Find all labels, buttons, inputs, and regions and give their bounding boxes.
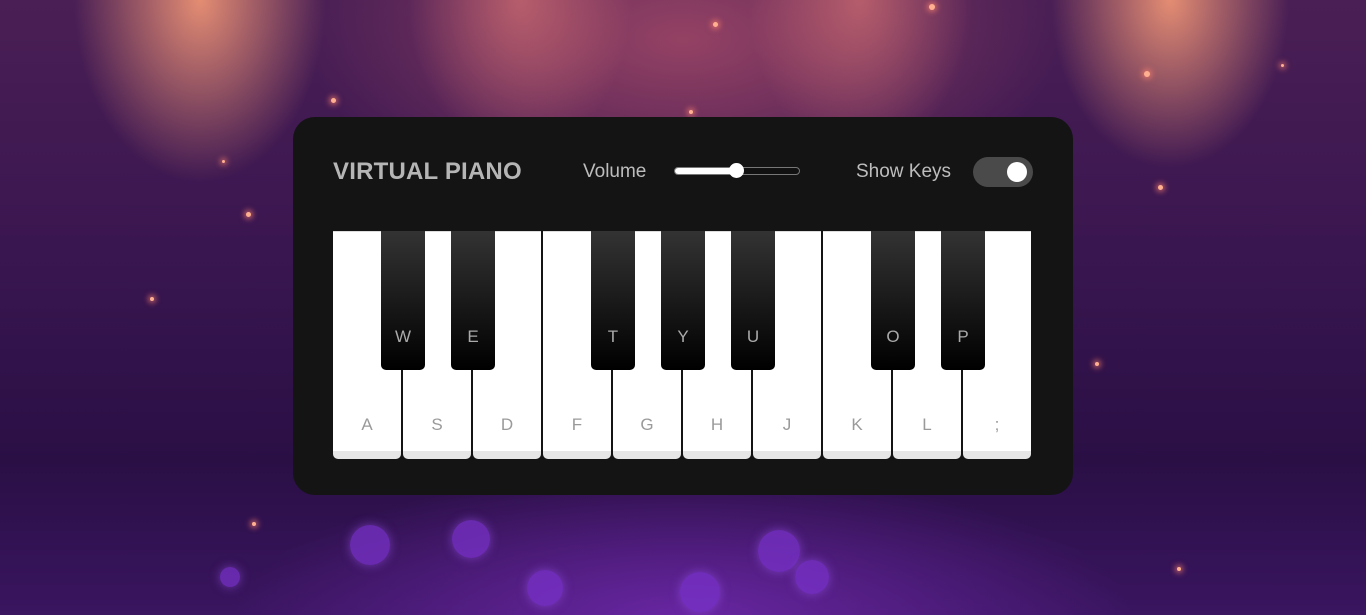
volume-slider-thumb[interactable]	[729, 163, 744, 178]
piano-keyboard: A S D F G H J K L ; W E T Y U O P	[333, 231, 1033, 461]
black-key-p[interactable]: P	[941, 231, 985, 370]
black-key-u[interactable]: U	[731, 231, 775, 370]
key-label: F	[571, 415, 583, 434]
key-label: W	[394, 327, 412, 346]
key-label: J	[782, 415, 792, 434]
key-label: T	[607, 327, 619, 346]
volume-slider[interactable]	[674, 163, 800, 178]
key-label: U	[746, 327, 760, 346]
black-key-y[interactable]: Y	[661, 231, 705, 370]
black-key-o[interactable]: O	[871, 231, 915, 370]
key-label: G	[640, 415, 654, 434]
key-label: H	[710, 415, 724, 434]
key-label: L	[922, 415, 932, 434]
show-keys-toggle-knob	[1007, 162, 1027, 182]
black-key-e[interactable]: E	[451, 231, 495, 370]
show-keys-label: Show Keys	[856, 161, 952, 182]
show-keys-toggle[interactable]	[973, 157, 1033, 187]
key-label: D	[500, 415, 514, 434]
key-label: E	[467, 327, 479, 346]
black-key-w[interactable]: W	[381, 231, 425, 370]
black-key-t[interactable]: T	[591, 231, 635, 370]
volume-label: Volume	[583, 161, 647, 182]
key-label: K	[851, 415, 863, 434]
key-label: Y	[677, 327, 689, 346]
app-title: VIRTUAL PIANO	[333, 158, 522, 185]
volume-slider-fill	[675, 168, 737, 174]
key-label: P	[957, 327, 969, 346]
piano-panel: VIRTUAL PIANO Volume Show Keys A S D F G…	[293, 117, 1073, 495]
key-label: O	[886, 327, 900, 346]
key-label: S	[431, 415, 443, 434]
key-label: A	[361, 415, 373, 434]
key-label: ;	[994, 415, 1000, 434]
piano-header: VIRTUAL PIANO Volume Show Keys	[333, 157, 1033, 187]
